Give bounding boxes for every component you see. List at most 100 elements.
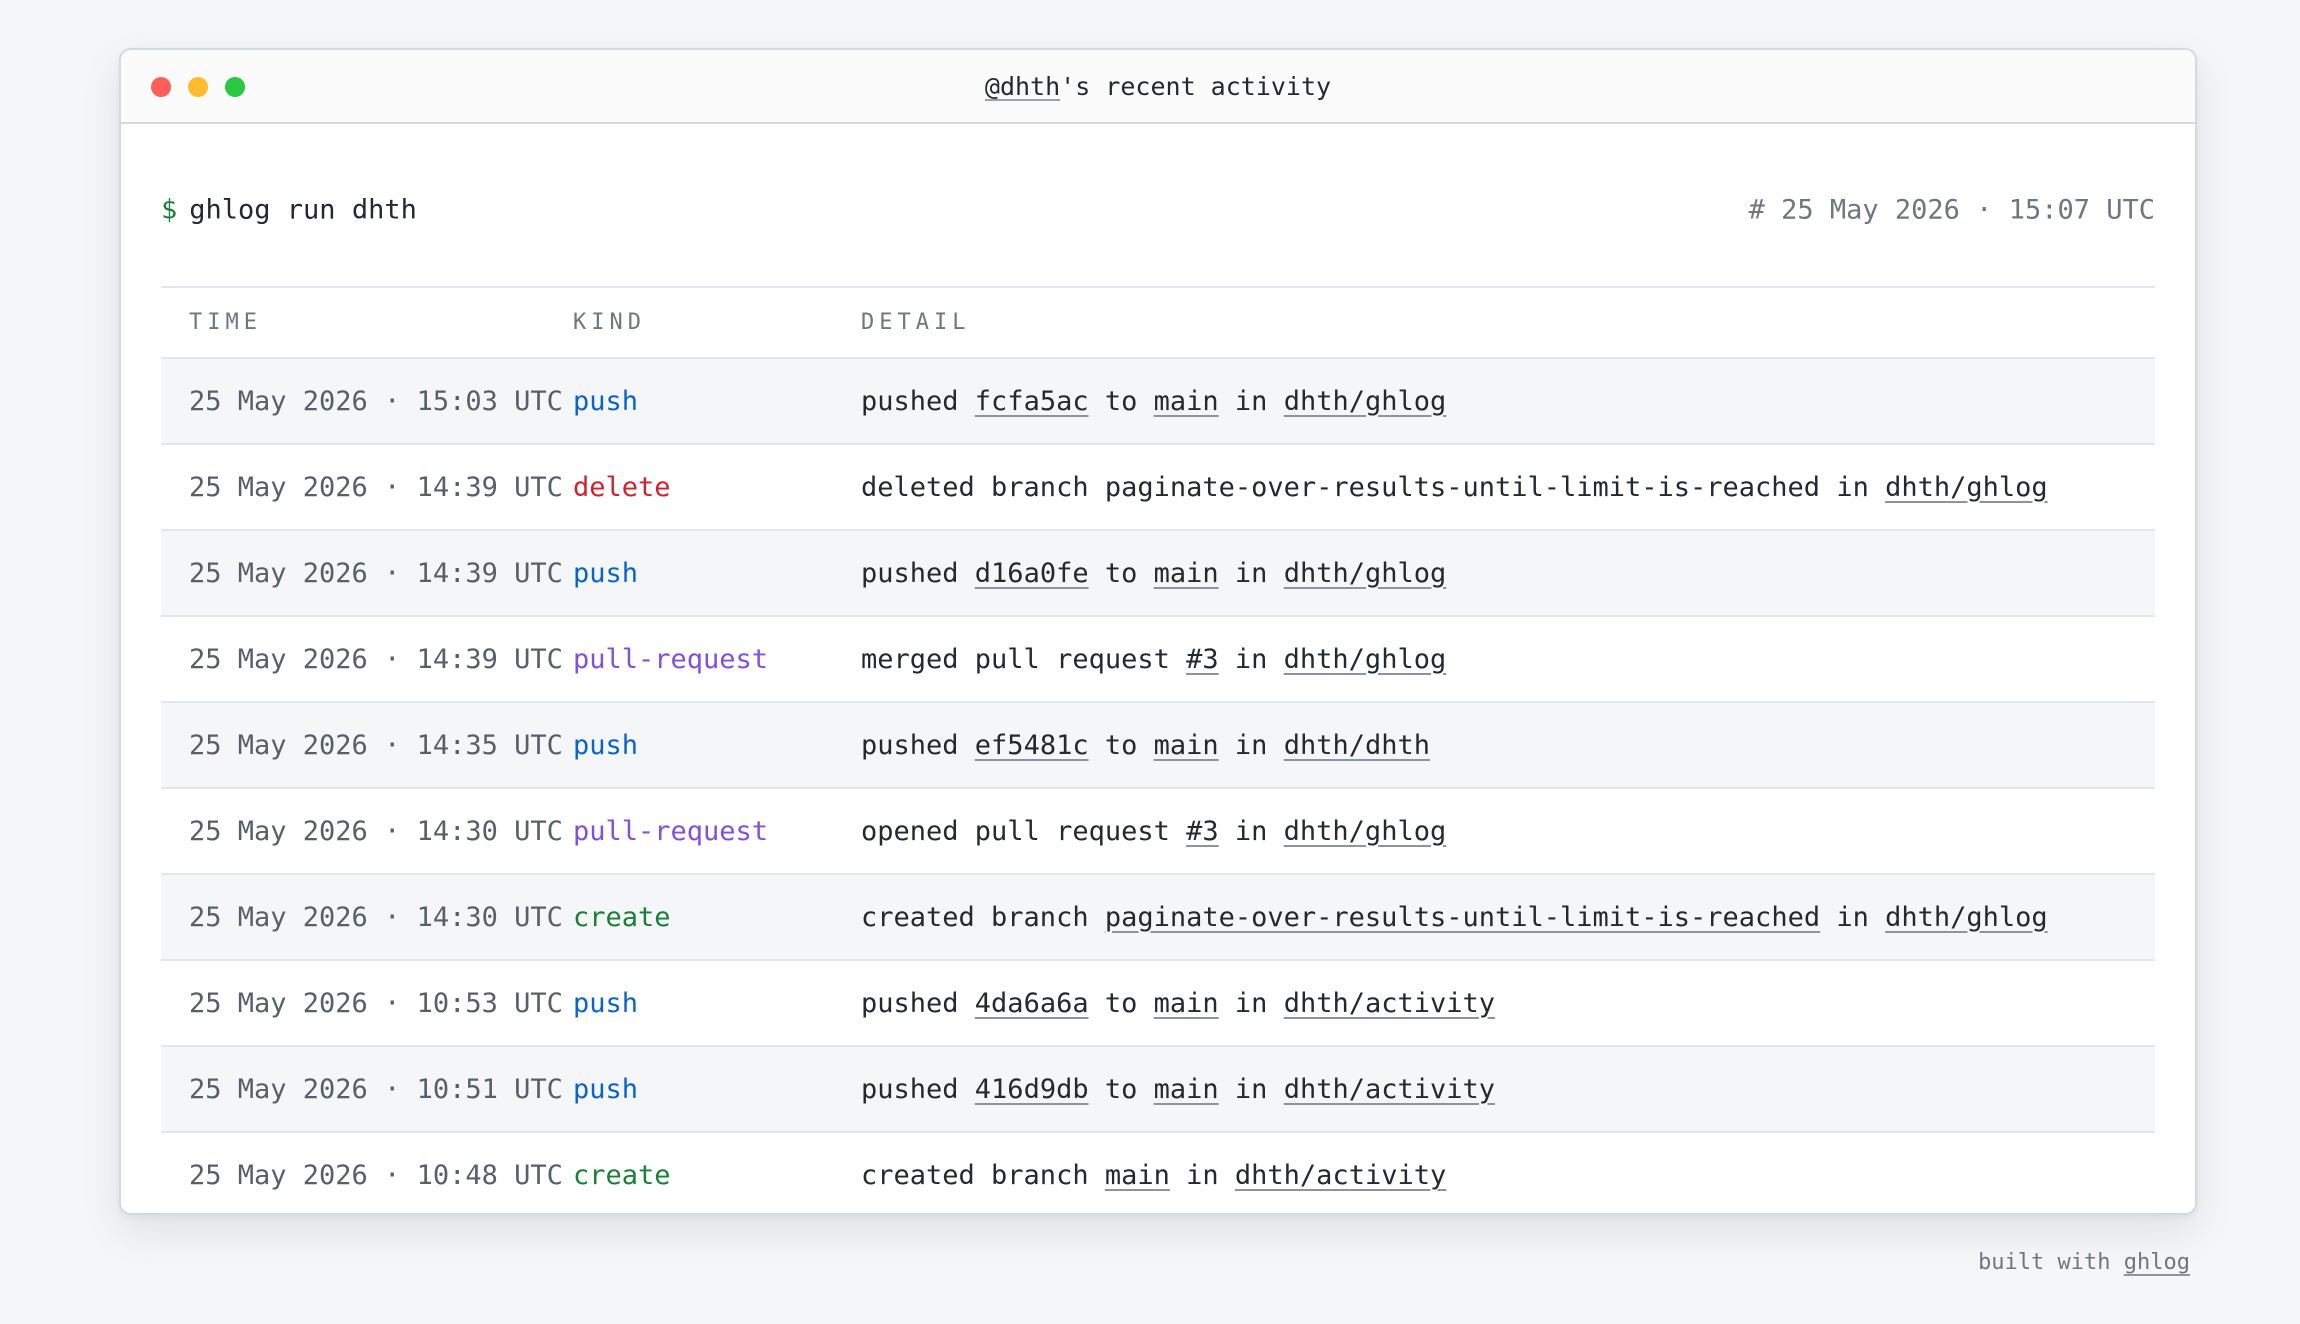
detail-text: created branch [861, 901, 1105, 933]
activity-table: TIME KIND DETAIL 25 May 2026 · 15:03 UTC… [161, 288, 2155, 1213]
detail-link[interactable]: 416d9db [975, 1074, 1089, 1105]
detail-link[interactable]: ef5481c [975, 730, 1089, 761]
detail-link[interactable]: main [1154, 558, 1219, 589]
window-title-text: 's recent activity [1060, 72, 1332, 101]
detail-text: in [1218, 729, 1284, 761]
ghlog-link[interactable]: ghlog [2124, 1250, 2190, 1275]
detail-link[interactable]: dhth/ghlog [1885, 902, 2048, 933]
row-time: 25 May 2026 · 14:30 UTC [161, 788, 573, 875]
column-header-kind: KIND [573, 288, 861, 359]
row-time: 25 May 2026 · 10:48 UTC [189, 1160, 563, 1191]
row-time: 25 May 2026 · 15:03 UTC [161, 358, 573, 445]
footer: built with ghlog [1978, 1250, 2190, 1275]
table-row: 25 May 2026 · 10:51 UTC push pushed 416d9d… [161, 1046, 2155, 1133]
window-title: @dhth's recent activity [121, 50, 2195, 124]
detail-link[interactable]: main [1154, 730, 1219, 761]
detail-text: in [1218, 557, 1284, 589]
row-detail: pushed fcfa5ac to main in dhth/ghlog [861, 358, 2155, 445]
detail-link[interactable]: d16a0fe [975, 558, 1089, 589]
row-time: 25 May 2026 · 14:35 UTC [161, 702, 573, 789]
detail-text: in [1218, 815, 1284, 847]
table-row: 25 May 2026 · 14:30 UTC create created bra… [161, 874, 2155, 961]
terminal-content: $ ghlog run dhth # 25 May 2026 · 15:07 UT… [161, 124, 2155, 1213]
row-time: 25 May 2026 · 14:39 UTC [161, 444, 573, 531]
detail-text: in [1169, 1160, 1235, 1191]
command-prompt: $ ghlog run dhth [161, 195, 417, 226]
table-header-row: TIME KIND DETAIL [161, 288, 2155, 359]
detail-link[interactable]: dhth/ghlog [1284, 644, 1447, 675]
detail-link[interactable]: main [1154, 1074, 1219, 1105]
detail-link[interactable]: dhth/activity [1284, 1074, 1495, 1105]
detail-text: in [1820, 901, 1886, 933]
detail-link[interactable]: fcfa5ac [975, 386, 1089, 417]
detail-link[interactable]: main [1154, 988, 1219, 1019]
detail-text: to [1088, 729, 1154, 761]
row-detail: opened pull request #3 in dhth/ghlog [861, 788, 2155, 875]
row-time: 25 May 2026 · 14:39 UTC [161, 616, 573, 703]
detail-text: pushed [861, 729, 975, 761]
detail-link[interactable]: #3 [1186, 816, 1219, 847]
detail-link[interactable]: 4da6a6a [975, 988, 1089, 1019]
detail-text: in [1218, 987, 1284, 1019]
row-detail: pushed ef5481c to main in dhth/dhth [861, 702, 2155, 789]
row-kind: push [573, 960, 861, 1047]
detail-link[interactable]: dhth/ghlog [1284, 558, 1447, 589]
detail-text: opened pull request [861, 815, 1187, 847]
table-row: 25 May 2026 · 10:53 UTC push pushed 4da6a6… [161, 960, 2155, 1047]
table-row: 25 May 2026 · 14:30 UTC pull-request opene… [161, 788, 2155, 875]
table-row: 25 May 2026 · 10:48 UTC create created bra… [161, 1132, 2155, 1213]
detail-text: in [1218, 1073, 1284, 1105]
row-kind: push [573, 702, 861, 789]
table-row: 25 May 2026 · 14:39 UTC delete deleted bra… [161, 444, 2155, 531]
detail-link[interactable]: dhth/ghlog [1284, 386, 1447, 417]
detail-link[interactable]: dhth/activity [1235, 1160, 1446, 1191]
table-row: 25 May 2026 · 15:03 UTC push pushed fcfa5a… [161, 358, 2155, 445]
command-line: $ ghlog run dhth # 25 May 2026 · 15:07 UT… [161, 124, 2155, 288]
detail-link[interactable]: paginate-over-results-until-limit-is-rea… [1105, 902, 1820, 933]
detail-link[interactable]: dhth/dhth [1284, 730, 1430, 761]
detail-text: to [1088, 1073, 1154, 1105]
row-kind: pull-request [573, 788, 861, 875]
activity-window: @dhth's recent activity $ ghlog run dhth … [119, 48, 2197, 1215]
row-time: 25 May 2026 · 10:53 UTC [161, 960, 573, 1047]
row-kind: push [573, 358, 861, 445]
row-detail: pushed 416d9db to main in dhth/activity [861, 1046, 2155, 1133]
row-detail: deleted branch paginate-over-results-unt… [861, 444, 2155, 531]
detail-link[interactable]: main [1105, 1160, 1170, 1191]
detail-text: merged pull request [861, 643, 1187, 675]
row-detail: pushed 4da6a6a to main in dhth/activity [861, 960, 2155, 1047]
detail-text: created branch [861, 1160, 1105, 1191]
column-header-time: TIME [161, 288, 573, 359]
row-kind: push [573, 1046, 861, 1133]
user-handle-link[interactable]: @dhth [985, 72, 1060, 101]
table-row: 25 May 2026 · 14:35 UTC push pushed ef5481… [161, 702, 2155, 789]
detail-link[interactable]: main [1154, 386, 1219, 417]
detail-link[interactable]: dhth/ghlog [1284, 816, 1447, 847]
detail-text: in [1218, 385, 1284, 417]
table-row: 25 May 2026 · 14:39 UTC push pushed d16a0f… [161, 530, 2155, 617]
command-text: ghlog run dhth [189, 194, 417, 226]
detail-text: pushed [861, 557, 975, 589]
row-detail: created branch main in dhth/activity [861, 1132, 2155, 1213]
detail-text: pushed [861, 385, 975, 417]
row-kind: delete [573, 444, 861, 531]
detail-text: to [1088, 557, 1154, 589]
column-header-detail: DETAIL [861, 288, 2155, 359]
run-timestamp: # 25 May 2026 · 15:07 UTC [1748, 194, 2155, 226]
row-time: 25 May 2026 · 10:51 UTC [161, 1046, 573, 1133]
detail-text: pushed [861, 1073, 975, 1105]
row-kind: create [573, 874, 861, 961]
detail-link[interactable]: #3 [1186, 644, 1219, 675]
row-detail: merged pull request #3 in dhth/ghlog [861, 616, 2155, 703]
detail-text: in [1218, 643, 1284, 675]
row-kind: pull-request [573, 616, 861, 703]
prompt-symbol: $ [161, 194, 178, 226]
activity-rows: 25 May 2026 · 15:03 UTC push pushed fcfa5a… [161, 358, 2155, 1213]
row-kind: create [573, 1160, 671, 1191]
detail-link[interactable]: dhth/activity [1284, 988, 1495, 1019]
footer-text: built with [1978, 1250, 2124, 1275]
detail-text: to [1088, 987, 1154, 1019]
detail-link[interactable]: dhth/ghlog [1885, 472, 2048, 503]
table-row: 25 May 2026 · 14:39 UTC pull-request merge… [161, 616, 2155, 703]
title-bar: @dhth's recent activity [121, 50, 2195, 124]
